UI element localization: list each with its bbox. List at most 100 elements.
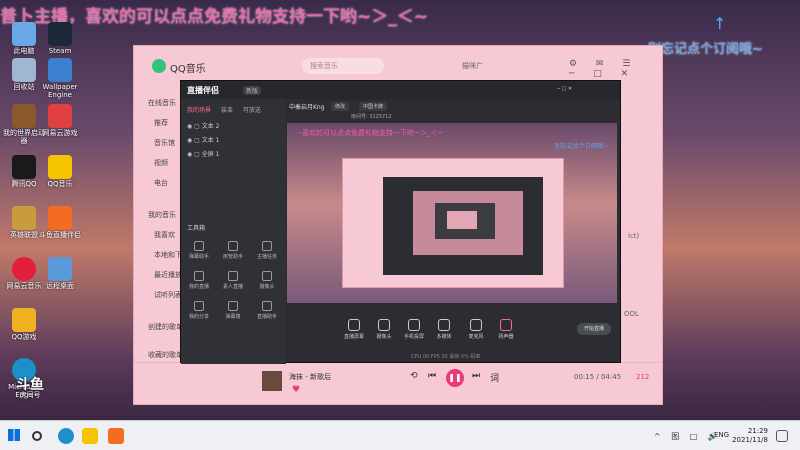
tool-icon [194,241,204,251]
list-item: OOL [624,310,639,318]
scene-item[interactable]: ◉ ▢ 文本 1 [187,135,219,144]
live-brand: 直播伴侣 [187,86,219,95]
tool-button[interactable]: 我的分享 [185,301,213,320]
heart-icon[interactable]: ♥ [292,385,300,395]
previous-icon[interactable]: ⏮ [428,371,436,381]
window-controls[interactable]: ─ □ ✕ [553,85,576,93]
douyu-icon [48,206,72,230]
window-controls[interactable]: ⚙ ✉ ☰ ─ □ ✕ [569,59,662,79]
song-name: 海抹 [289,373,303,381]
league-icon [12,206,36,230]
nav-recommend[interactable]: 推荐 [154,118,168,128]
tab-outfit[interactable]: 装束 [221,105,233,114]
tool-icon [228,301,238,311]
nav-music-hall[interactable]: 音乐馆 [154,138,175,148]
tool-button[interactable]: 房管助手 [219,241,247,260]
phone-cast-button[interactable]: 手机投屏 [397,319,431,340]
user-name[interactable]: 猫咪广 [462,61,483,71]
scene-label: 文本 2 [201,123,220,130]
screen-capture-button[interactable]: 直播屏幕 [337,319,371,340]
nav-radio[interactable]: 电台 [154,178,168,188]
tool-label: 摄像头 [259,284,275,290]
netease-game-icon [48,104,72,128]
media-button[interactable]: 多媒体 [427,319,461,340]
tool-button[interactable]: 摄像头 [253,271,281,290]
tool-button[interactable]: 我的直播 [185,271,213,290]
desktop-icon[interactable]: Steam [38,22,82,56]
tool-icon [194,271,204,281]
tab-broadcast[interactable]: 可放送 [243,105,261,114]
nav-created-playlists: 创建的歌单 [148,323,183,331]
douyu-icon[interactable] [108,428,124,444]
desktop-icon[interactable]: 斗鱼直播伴侣 [38,206,82,240]
desktop-icon[interactable]: 网易云游戏 [38,104,82,138]
button-label: 麦克风 [468,334,484,340]
search-icon[interactable] [32,431,42,441]
tool-button[interactable]: 弹幕助手 [185,241,213,260]
microphone-icon [470,319,482,331]
nested-preview [413,191,523,255]
tool-button[interactable]: 弹幕墙 [219,301,247,320]
qq-music-icon [48,155,72,179]
room-number: 房间号: 3125712 [351,114,392,120]
tool-icon [194,301,204,311]
tool-icon [228,271,238,281]
douyu-watermark: 斗鱼 房间号 [8,378,52,416]
wallpaper-engine-icon [48,58,72,82]
tool-button[interactable]: 直播助手 [253,301,281,320]
scene-item[interactable]: ◉ ▢ 全屏 1 [187,149,219,158]
nav-liked[interactable]: 我喜欢 [154,230,175,240]
lyrics-icon[interactable]: 词 [490,371,499,384]
camera-button[interactable]: 摄像头 [367,319,401,340]
nav-video[interactable]: 视频 [154,158,168,168]
desktop-icon[interactable]: QQ游戏 [2,308,46,342]
qq-penguin-icon [12,155,36,179]
qq-music-logo-icon [152,59,166,73]
speaker-button[interactable]: 扬声器 [489,319,523,340]
tab-my-scenes[interactable]: 我的场景 [187,105,211,114]
live-sidebar: 我的场景 装束 可放送 ◉ ▢ 文本 2 ◉ ▢ 文本 1 ◉ ▢ 全屏 1 工… [181,99,286,364]
notification-icon[interactable] [776,430,788,442]
clock[interactable]: 21:29 2021/11/8 [732,427,768,445]
tool-button[interactable]: 素人直播 [219,271,247,290]
qq-music-icon[interactable] [82,428,98,444]
song-artist: 新歌后 [309,373,331,381]
tool-icon [262,271,272,281]
nested-preview [383,177,543,275]
start-live-button[interactable]: 开始直播 [577,323,611,335]
recycle-bin-icon [12,58,36,82]
desktop-icon[interactable]: 远程桌面 [38,257,82,291]
nav-recent[interactable]: 最近播放 [154,270,182,280]
edge-icon[interactable] [58,428,74,444]
edit-button[interactable]: 修改 [331,102,350,111]
tool-label: 直播助手 [256,314,277,320]
album-cover[interactable] [262,371,282,391]
button-label: 直播屏幕 [343,334,364,340]
loop-icon[interactable]: ⟲ [410,371,418,381]
version-badge: 新版 [243,86,262,95]
desktop-icon[interactable]: Wallpaper Engine [38,58,82,99]
desktop-icon[interactable]: QQ音乐 [38,155,82,189]
next-icon[interactable]: ⏭ [472,371,480,381]
pause-button[interactable]: ❚❚ [446,369,464,387]
category-select[interactable]: 中国卡牌 [359,102,388,111]
search-input[interactable]: 搜索音乐 [302,58,384,74]
playlist-count[interactable]: 212 [636,373,649,381]
list-item: ict) [628,232,640,240]
remote-desktop-icon [48,257,72,281]
windows-start-icon[interactable] [8,429,20,441]
tool-button[interactable]: 主播任务 [253,241,281,260]
nav-trial[interactable]: 试听列表 [154,290,182,300]
tool-icon [228,241,238,251]
live-titlebar: 直播伴侣 新版 ─ □ ✕ [181,81,620,99]
system-tray[interactable]: ^ 图 □ 🔊 [654,431,722,442]
tool-label: 弹幕助手 [188,254,209,260]
player-bar: 海抹 - 新歌后 ♥ ⟲ ⏮ ❚❚ ⏭ 词 00:15 / 04:45 212 [134,362,662,404]
live-streaming-window: 直播伴侣 新版 ─ □ ✕ 我的场景 装束 可放送 ◉ ▢ 文本 2 ◉ ▢ 文… [180,80,621,364]
clock-date: 2021/11/8 [732,436,768,445]
language-indicator[interactable]: ENG [714,431,729,439]
microphone-button[interactable]: 麦克风 [459,319,493,340]
scene-item[interactable]: ◉ ▢ 文本 2 [187,121,219,130]
arrow-up-icon: ↑ [713,14,727,33]
preview-overlay-text: --喜欢的可以点点免费礼物支持一下哟~＞_＜~ [297,129,444,137]
